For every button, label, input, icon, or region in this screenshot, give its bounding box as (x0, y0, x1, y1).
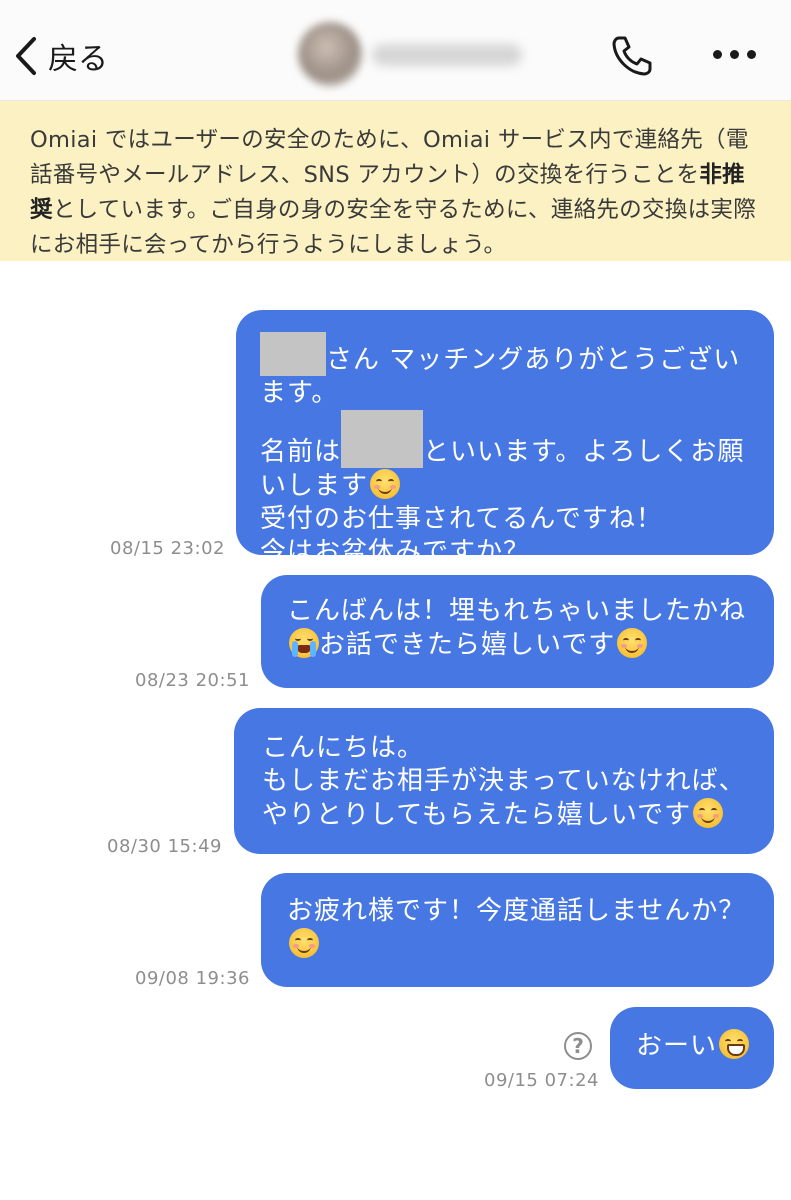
message-timestamp: 09/08 19:36 (135, 968, 250, 989)
smiling-face-icon (693, 798, 724, 828)
message-line: 名前は といいます。よろしくお願いします (260, 410, 750, 503)
message-text: お話できたら嬉しいです (319, 630, 616, 660)
notice-text-after: としています。ご自身の身の安全を守るために、連絡先の交換は実際にお相手に会ってか… (30, 197, 757, 258)
message-text: やりとりしてもらえたら嬉しいです (262, 800, 692, 830)
message-line: さん マッチングありがとうございます。 (260, 332, 750, 410)
chat-header: 戻る (0, 0, 791, 101)
back-button[interactable]: 戻る (14, 34, 108, 78)
message-timestamp: 08/30 15:49 (107, 836, 222, 857)
avatar[interactable] (298, 22, 362, 86)
message-line: やりとりしてもらえたら嬉しいです (262, 798, 750, 832)
message-text: さん マッチングありがとうございます。 (260, 345, 741, 408)
message-line (287, 928, 750, 962)
chevron-left-icon (16, 37, 36, 75)
redacted-block (260, 332, 326, 376)
message-text: 受付のお仕事されてるんですね！ (260, 504, 663, 534)
message-bubble[interactable]: お疲れ様です！今度通話しませんか？ (261, 873, 774, 987)
crying-face-icon (289, 628, 319, 658)
message-bubble[interactable]: こんにちは。 もしまだお相手が決まっていなければ、 やりとりしてもらえたら嬉しい… (234, 708, 774, 854)
redacted-block (341, 410, 424, 468)
relieved-face-icon (289, 928, 319, 958)
call-button[interactable] (610, 34, 654, 82)
more-menu-button[interactable] (713, 50, 756, 59)
message-text: こんばんは！埋もれちゃいましたかね (287, 596, 747, 626)
message-text: もしまだお相手が決まっていなければ、 (262, 766, 746, 796)
notice-text-before: Omiai ではユーザーの安全のために、Omiai サービス内で連絡先（電話番号… (30, 127, 749, 188)
message-text: お疲れ様です！今度通話しませんか？ (287, 896, 746, 926)
message-line: お話できたら嬉しいです (287, 628, 750, 662)
message-bubble[interactable]: おーい (610, 1007, 774, 1089)
more-horizontal-icon (713, 50, 722, 59)
back-label: 戻る (48, 42, 108, 77)
message-timestamp: 08/15 23:02 (110, 538, 225, 559)
message-text: 名前は (260, 437, 342, 467)
message-bubble[interactable]: さん マッチングありがとうございます。 名前は といいます。よろしくお願いします … (236, 310, 774, 567)
message-line: おーい (636, 1029, 754, 1063)
smiling-face-icon (370, 469, 401, 499)
message-text: 今はお盆休みですか？ (260, 537, 531, 567)
question-circle-icon[interactable]: ? (564, 1032, 592, 1060)
phone-icon (612, 36, 652, 76)
message-bubble[interactable]: こんばんは！埋もれちゃいましたかね お話できたら嬉しいです (261, 575, 774, 688)
message-text: こんにちは。 (262, 733, 425, 763)
grinning-face-icon (719, 1029, 750, 1059)
message-timestamp: 08/23 20:51 (135, 670, 250, 691)
message-timestamp: 09/15 07:24 (484, 1070, 599, 1091)
partner-name-blurred (372, 44, 522, 66)
relieved-face-icon (617, 628, 648, 658)
message-text: おーい (636, 1031, 718, 1061)
safety-notice: Omiai ではユーザーの安全のために、Omiai サービス内で連絡先（電話番号… (0, 101, 791, 261)
